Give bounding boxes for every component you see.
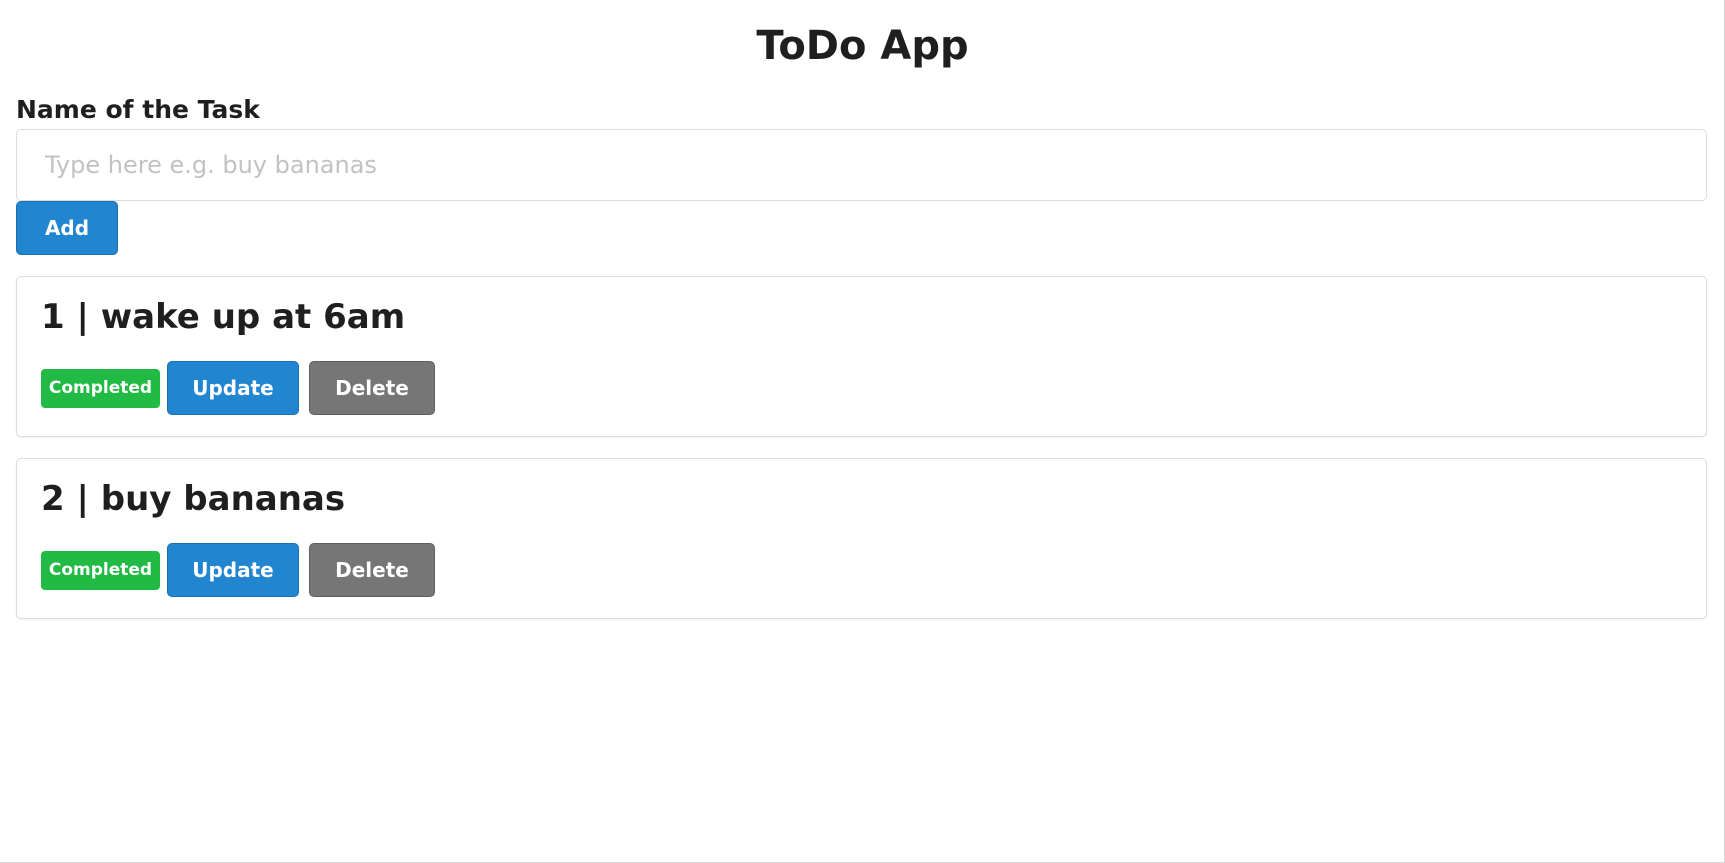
task-heading: 2 | buy bananas — [41, 479, 346, 519]
delete-task-button[interactable]: Delete — [309, 361, 435, 415]
task-card: 2 | buy bananas Completed Update Delete — [16, 458, 1707, 619]
task-actions: Completed Update Delete — [41, 361, 435, 415]
task-name-input[interactable] — [16, 129, 1707, 201]
delete-task-button[interactable]: Delete — [309, 543, 435, 597]
status-badge: Completed — [41, 368, 160, 408]
update-task-button[interactable]: Update — [167, 543, 299, 597]
task-heading: 1 | wake up at 6am — [41, 297, 406, 337]
task-card: 1 | wake up at 6am Completed Update Dele… — [16, 276, 1707, 437]
task-name-label: Name of the Task — [16, 95, 260, 124]
status-badge: Completed — [41, 550, 160, 590]
update-task-button[interactable]: Update — [167, 361, 299, 415]
add-task-button[interactable]: Add — [16, 201, 118, 255]
todo-page: ToDo App Name of the Task Add 1 | wake u… — [0, 0, 1725, 863]
task-actions: Completed Update Delete — [41, 543, 435, 597]
page-title: ToDo App — [756, 23, 969, 69]
